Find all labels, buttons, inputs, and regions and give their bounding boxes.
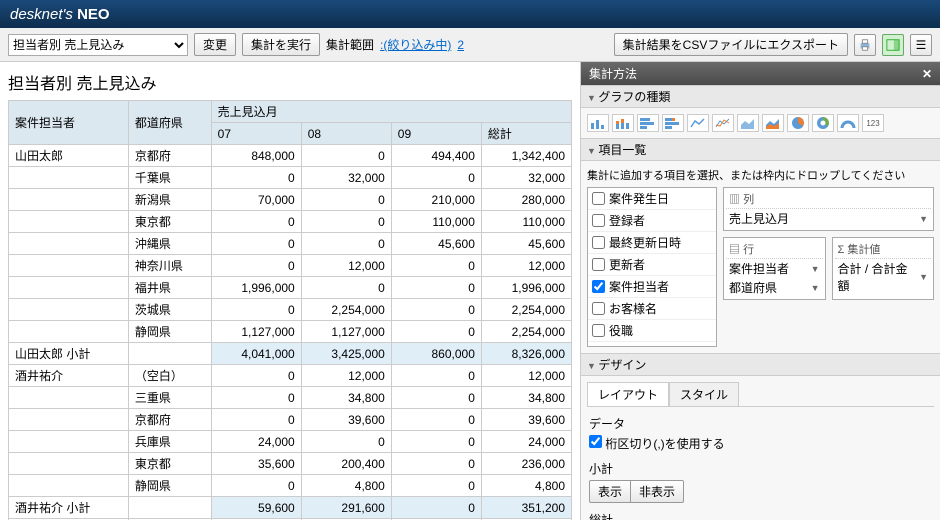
group-data-title: データ bbox=[589, 415, 932, 432]
field-item[interactable]: 顧客メイン担当者 bbox=[588, 342, 716, 347]
table-row[interactable]: 山田太郎京都府848,0000494,4001,342,400 bbox=[9, 145, 572, 167]
change-button[interactable]: 変更 bbox=[194, 33, 236, 56]
settings-icon[interactable]: ☰ bbox=[910, 34, 932, 56]
col-total[interactable]: 総計 bbox=[481, 123, 571, 145]
section-chart-type[interactable]: グラフの種類 bbox=[581, 85, 940, 108]
chart-hbar-icon[interactable] bbox=[637, 114, 659, 132]
table-row[interactable]: 兵庫県24,0000024,000 bbox=[9, 431, 572, 453]
table-row[interactable]: 東京都35,600200,4000236,000 bbox=[9, 453, 572, 475]
report-title: 担当者別 売上見込み bbox=[8, 70, 572, 94]
chart-area-icon[interactable] bbox=[737, 114, 759, 132]
range-label: 集計範囲 bbox=[326, 36, 374, 53]
app-header: desknet's NEO bbox=[0, 0, 940, 28]
drop-columns[interactable]: ▥ 列 売上見込月▼ bbox=[723, 187, 934, 231]
thousands-checkbox[interactable]: 桁区切り(,)を使用する bbox=[589, 437, 725, 451]
col-09[interactable]: 09 bbox=[391, 123, 481, 145]
col-pref[interactable]: 都道府県 bbox=[128, 101, 211, 145]
chart-bar-icon[interactable] bbox=[587, 114, 609, 132]
table-row[interactable]: 酒井祐介 小計59,600291,6000351,200 bbox=[9, 497, 572, 519]
subtotal-show-button[interactable]: 表示 bbox=[589, 480, 631, 503]
group-grandtotal-title: 総計 bbox=[589, 511, 932, 520]
chart-donut-icon[interactable] bbox=[812, 114, 834, 132]
field-item[interactable]: お客様名 bbox=[588, 298, 716, 320]
tab-style[interactable]: スタイル bbox=[669, 382, 739, 406]
table-row[interactable]: 福井県1,996,000001,996,000 bbox=[9, 277, 572, 299]
run-aggregate-button[interactable]: 集計を実行 bbox=[242, 33, 320, 56]
subtotal-hide-button[interactable]: 非表示 bbox=[631, 480, 684, 503]
drop-item[interactable]: 合計 / 合計金額▼ bbox=[835, 259, 932, 295]
table-row[interactable]: 沖縄県0045,60045,600 bbox=[9, 233, 572, 255]
panel-toggle-icon[interactable] bbox=[882, 34, 904, 56]
field-item[interactable]: 案件発生日 bbox=[588, 188, 716, 210]
close-icon[interactable]: ✕ bbox=[922, 67, 932, 81]
chart-stacked-bar-icon[interactable] bbox=[612, 114, 634, 132]
field-item[interactable]: 役職 bbox=[588, 320, 716, 342]
chart-hstacked-icon[interactable] bbox=[662, 114, 684, 132]
filter-link[interactable]: :(絞り込み中) bbox=[380, 36, 451, 53]
table-row[interactable]: 三重県034,800034,800 bbox=[9, 387, 572, 409]
field-item[interactable]: 案件担当者 bbox=[588, 276, 716, 298]
chart-gauge-icon[interactable] bbox=[837, 114, 859, 132]
chart-stacked-area-icon[interactable] bbox=[762, 114, 784, 132]
table-row[interactable]: 神奈川県012,000012,000 bbox=[9, 255, 572, 277]
field-item[interactable]: 登録者 bbox=[588, 210, 716, 232]
col-owner[interactable]: 案件担当者 bbox=[9, 101, 129, 145]
pivot-table: 案件担当者 都道府県 売上見込月 07 08 09 総計 山田太郎京都府848,… bbox=[8, 100, 572, 520]
section-design[interactable]: デザイン bbox=[581, 353, 940, 376]
chart-type-icons: 123 bbox=[581, 108, 940, 138]
chart-number-icon[interactable]: 123 bbox=[862, 114, 884, 132]
side-panel: 集計方法 ✕ グラフの種類 123 項目一覧 集計に追加する項目を選択、または枠… bbox=[580, 62, 940, 520]
field-item[interactable]: 更新者 bbox=[588, 254, 716, 276]
print-icon[interactable] bbox=[854, 34, 876, 56]
drop-rows[interactable]: ▤ 行 案件担当者▼都道府県▼ bbox=[723, 237, 826, 300]
drop-item[interactable]: 案件担当者▼ bbox=[726, 259, 823, 278]
export-csv-button[interactable]: 集計結果をCSVファイルにエクスポート bbox=[614, 33, 848, 56]
report-area: 担当者別 売上見込み 案件担当者 都道府県 売上見込月 07 08 09 総計 … bbox=[0, 62, 580, 520]
group-subtotal-title: 小計 bbox=[589, 460, 932, 477]
table-row[interactable]: 静岡県1,127,0001,127,00002,254,000 bbox=[9, 321, 572, 343]
table-row[interactable]: 東京都00110,000110,000 bbox=[9, 211, 572, 233]
field-item[interactable]: 最終更新日時 bbox=[588, 232, 716, 254]
table-row[interactable]: 千葉県032,000032,000 bbox=[9, 167, 572, 189]
section-fields[interactable]: 項目一覧 bbox=[581, 138, 940, 161]
toolbar: 担当者別 売上見込み 変更 集計を実行 集計範囲 :(絞り込み中) 2 集計結果… bbox=[0, 28, 940, 62]
table-row[interactable]: 新潟県70,0000210,000280,000 bbox=[9, 189, 572, 211]
chart-pie-icon[interactable] bbox=[787, 114, 809, 132]
field-list[interactable]: 案件発生日 登録者 最終更新日時 更新者 案件担当者 お客様名 役職 顧客メイン… bbox=[587, 187, 717, 347]
drop-values[interactable]: Σ 集計値 合計 / 合計金額▼ bbox=[832, 237, 935, 300]
report-select[interactable]: 担当者別 売上見込み bbox=[8, 34, 188, 56]
logo: desknet's NEO bbox=[10, 6, 110, 23]
filter-count[interactable]: 2 bbox=[457, 38, 464, 52]
panel-title-bar: 集計方法 ✕ bbox=[581, 62, 940, 85]
tab-layout[interactable]: レイアウト bbox=[587, 382, 669, 406]
drop-item[interactable]: 都道府県▼ bbox=[726, 278, 823, 297]
chart-multiline-icon[interactable] bbox=[712, 114, 734, 132]
drop-item[interactable]: 売上見込月▼ bbox=[726, 209, 931, 228]
table-row[interactable]: 山田太郎 小計4,041,0003,425,000860,0008,326,00… bbox=[9, 343, 572, 365]
table-row[interactable]: 静岡県04,80004,800 bbox=[9, 475, 572, 497]
col-08[interactable]: 08 bbox=[301, 123, 391, 145]
table-row[interactable]: 京都府039,600039,600 bbox=[9, 409, 572, 431]
table-row[interactable]: 茨城県02,254,00002,254,000 bbox=[9, 299, 572, 321]
table-row[interactable]: 酒井祐介（空白）012,000012,000 bbox=[9, 365, 572, 387]
chart-line-icon[interactable] bbox=[687, 114, 709, 132]
col-07[interactable]: 07 bbox=[211, 123, 301, 145]
field-note: 集計に追加する項目を選択、または枠内にドロップしてください bbox=[587, 167, 934, 183]
col-month-group[interactable]: 売上見込月 bbox=[211, 101, 571, 123]
